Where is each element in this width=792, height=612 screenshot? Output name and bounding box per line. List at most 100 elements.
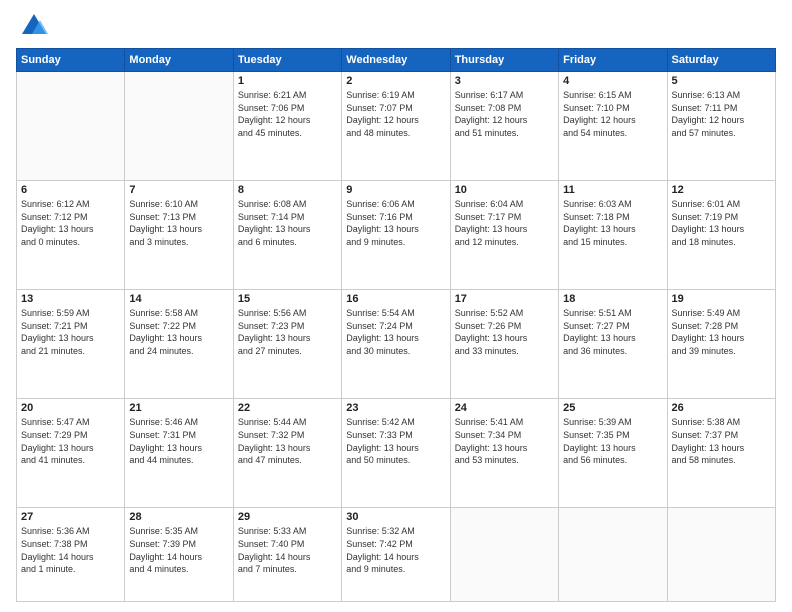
cell-content: Sunrise: 5:51 AM Sunset: 7:27 PM Dayligh… [563, 307, 662, 357]
cell-content: Sunrise: 6:19 AM Sunset: 7:07 PM Dayligh… [346, 89, 445, 139]
day-number: 2 [346, 75, 445, 87]
calendar-week-row: 13Sunrise: 5:59 AM Sunset: 7:21 PM Dayli… [17, 290, 776, 399]
cell-content: Sunrise: 6:12 AM Sunset: 7:12 PM Dayligh… [21, 198, 120, 248]
day-number: 12 [672, 184, 771, 196]
calendar-cell [17, 72, 125, 181]
cell-content: Sunrise: 5:59 AM Sunset: 7:21 PM Dayligh… [21, 307, 120, 357]
calendar-cell: 4 Sunrise: 6:15 AM Sunset: 7:10 PM Daylig… [559, 72, 667, 181]
calendar-cell: 22 Sunrise: 5:44 AM Sunset: 7:32 PM Dayli… [233, 399, 341, 508]
cell-content: Sunrise: 6:15 AM Sunset: 7:10 PM Dayligh… [563, 89, 662, 139]
day-of-week-header: Monday [125, 49, 233, 72]
calendar-cell [559, 508, 667, 602]
day-number: 30 [346, 511, 445, 523]
calendar-cell: 15Sunrise: 5:56 AM Sunset: 7:23 PM Dayli… [233, 290, 341, 399]
cell-content: Sunrise: 6:03 AM Sunset: 7:18 PM Dayligh… [563, 198, 662, 248]
day-of-week-header: Friday [559, 49, 667, 72]
cell-content: Sunrise: 5:44 AM Sunset: 7:32 PM Dayligh… [238, 416, 337, 466]
cell-content: Sunrise: 5:54 AM Sunset: 7:24 PM Dayligh… [346, 307, 445, 357]
calendar-cell: 8Sunrise: 6:08 AM Sunset: 7:14 PM Daylig… [233, 181, 341, 290]
calendar-week-row: 1Sunrise: 6:21 AM Sunset: 7:06 PM Daylig… [17, 72, 776, 181]
cell-content: Sunrise: 6:17 AM Sunset: 7:08 PM Dayligh… [455, 89, 554, 139]
calendar-cell: 1Sunrise: 6:21 AM Sunset: 7:06 PM Daylig… [233, 72, 341, 181]
day-number: 29 [238, 511, 337, 523]
cell-content: Sunrise: 6:10 AM Sunset: 7:13 PM Dayligh… [129, 198, 228, 248]
calendar-cell: 18 Sunrise: 5:51 AM Sunset: 7:27 PM Dayli… [559, 290, 667, 399]
day-number: 21 [129, 402, 228, 414]
calendar-cell: 29 Sunrise: 5:33 AM Sunset: 7:40 PM Dayli… [233, 508, 341, 602]
calendar-cell [125, 72, 233, 181]
calendar-cell: 5Sunrise: 6:13 AM Sunset: 7:11 PM Daylig… [667, 72, 775, 181]
calendar-cell: 7 Sunrise: 6:10 AM Sunset: 7:13 PM Daylig… [125, 181, 233, 290]
day-number: 22 [238, 402, 337, 414]
calendar-cell: 9Sunrise: 6:06 AM Sunset: 7:16 PM Daylig… [342, 181, 450, 290]
calendar-cell: 13Sunrise: 5:59 AM Sunset: 7:21 PM Dayli… [17, 290, 125, 399]
cell-content: Sunrise: 5:52 AM Sunset: 7:26 PM Dayligh… [455, 307, 554, 357]
cell-content: Sunrise: 5:38 AM Sunset: 7:37 PM Dayligh… [672, 416, 771, 466]
calendar-body: 1Sunrise: 6:21 AM Sunset: 7:06 PM Daylig… [17, 72, 776, 602]
logo-icon [20, 12, 48, 40]
cell-content: Sunrise: 5:33 AM Sunset: 7:40 PM Dayligh… [238, 525, 337, 575]
calendar-cell: 21 Sunrise: 5:46 AM Sunset: 7:31 PM Dayli… [125, 399, 233, 508]
day-number: 14 [129, 293, 228, 305]
day-number: 7 [129, 184, 228, 196]
cell-content: Sunrise: 5:35 AM Sunset: 7:39 PM Dayligh… [129, 525, 228, 575]
calendar-cell: 16 Sunrise: 5:54 AM Sunset: 7:24 PM Dayli… [342, 290, 450, 399]
calendar-cell: 30 Sunrise: 5:32 AM Sunset: 7:42 PM Dayli… [342, 508, 450, 602]
calendar-cell: 23Sunrise: 5:42 AM Sunset: 7:33 PM Dayli… [342, 399, 450, 508]
cell-content: Sunrise: 5:49 AM Sunset: 7:28 PM Dayligh… [672, 307, 771, 357]
header-row: SundayMondayTuesdayWednesdayThursdayFrid… [17, 49, 776, 72]
day-number: 9 [346, 184, 445, 196]
cell-content: Sunrise: 5:32 AM Sunset: 7:42 PM Dayligh… [346, 525, 445, 575]
calendar-cell: 17Sunrise: 5:52 AM Sunset: 7:26 PM Dayli… [450, 290, 558, 399]
day-of-week-header: Thursday [450, 49, 558, 72]
calendar-cell: 24 Sunrise: 5:41 AM Sunset: 7:34 PM Dayli… [450, 399, 558, 508]
cell-content: Sunrise: 5:47 AM Sunset: 7:29 PM Dayligh… [21, 416, 120, 466]
cell-content: Sunrise: 6:04 AM Sunset: 7:17 PM Dayligh… [455, 198, 554, 248]
day-number: 15 [238, 293, 337, 305]
cell-content: Sunrise: 6:01 AM Sunset: 7:19 PM Dayligh… [672, 198, 771, 248]
day-number: 20 [21, 402, 120, 414]
calendar-cell: 26 Sunrise: 5:38 AM Sunset: 7:37 PM Dayli… [667, 399, 775, 508]
cell-content: Sunrise: 5:41 AM Sunset: 7:34 PM Dayligh… [455, 416, 554, 466]
calendar-cell [450, 508, 558, 602]
calendar-week-row: 20 Sunrise: 5:47 AM Sunset: 7:29 PM Dayli… [17, 399, 776, 508]
cell-content: Sunrise: 6:21 AM Sunset: 7:06 PM Dayligh… [238, 89, 337, 139]
day-number: 8 [238, 184, 337, 196]
day-number: 24 [455, 402, 554, 414]
cell-content: Sunrise: 5:36 AM Sunset: 7:38 PM Dayligh… [21, 525, 120, 575]
calendar-cell: 11Sunrise: 6:03 AM Sunset: 7:18 PM Dayli… [559, 181, 667, 290]
day-number: 27 [21, 511, 120, 523]
day-number: 16 [346, 293, 445, 305]
calendar-cell: 28 Sunrise: 5:35 AM Sunset: 7:39 PM Dayli… [125, 508, 233, 602]
calendar-cell: 19Sunrise: 5:49 AM Sunset: 7:28 PM Dayli… [667, 290, 775, 399]
cell-content: Sunrise: 5:46 AM Sunset: 7:31 PM Dayligh… [129, 416, 228, 466]
cell-content: Sunrise: 6:13 AM Sunset: 7:11 PM Dayligh… [672, 89, 771, 139]
logo [16, 12, 48, 40]
day-number: 18 [563, 293, 662, 305]
calendar-week-row: 27 Sunrise: 5:36 AM Sunset: 7:38 PM Dayli… [17, 508, 776, 602]
calendar-cell [667, 508, 775, 602]
day-number: 3 [455, 75, 554, 87]
calendar-cell: 27 Sunrise: 5:36 AM Sunset: 7:38 PM Dayli… [17, 508, 125, 602]
cell-content: Sunrise: 5:58 AM Sunset: 7:22 PM Dayligh… [129, 307, 228, 357]
calendar-cell: 10 Sunrise: 6:04 AM Sunset: 7:17 PM Dayli… [450, 181, 558, 290]
calendar-week-row: 6 Sunrise: 6:12 AM Sunset: 7:12 PM Daylig… [17, 181, 776, 290]
header [16, 12, 776, 40]
calendar-cell: 6 Sunrise: 6:12 AM Sunset: 7:12 PM Daylig… [17, 181, 125, 290]
cell-content: Sunrise: 5:39 AM Sunset: 7:35 PM Dayligh… [563, 416, 662, 466]
day-number: 25 [563, 402, 662, 414]
day-number: 28 [129, 511, 228, 523]
page: SundayMondayTuesdayWednesdayThursdayFrid… [0, 0, 792, 612]
calendar-cell: 2 Sunrise: 6:19 AM Sunset: 7:07 PM Daylig… [342, 72, 450, 181]
day-number: 26 [672, 402, 771, 414]
day-number: 6 [21, 184, 120, 196]
day-number: 4 [563, 75, 662, 87]
day-of-week-header: Sunday [17, 49, 125, 72]
calendar-cell: 12 Sunrise: 6:01 AM Sunset: 7:19 PM Dayli… [667, 181, 775, 290]
day-number: 23 [346, 402, 445, 414]
day-of-week-header: Wednesday [342, 49, 450, 72]
day-of-week-header: Saturday [667, 49, 775, 72]
calendar-table: SundayMondayTuesdayWednesdayThursdayFrid… [16, 48, 776, 602]
calendar-cell: 3 Sunrise: 6:17 AM Sunset: 7:08 PM Daylig… [450, 72, 558, 181]
day-number: 10 [455, 184, 554, 196]
